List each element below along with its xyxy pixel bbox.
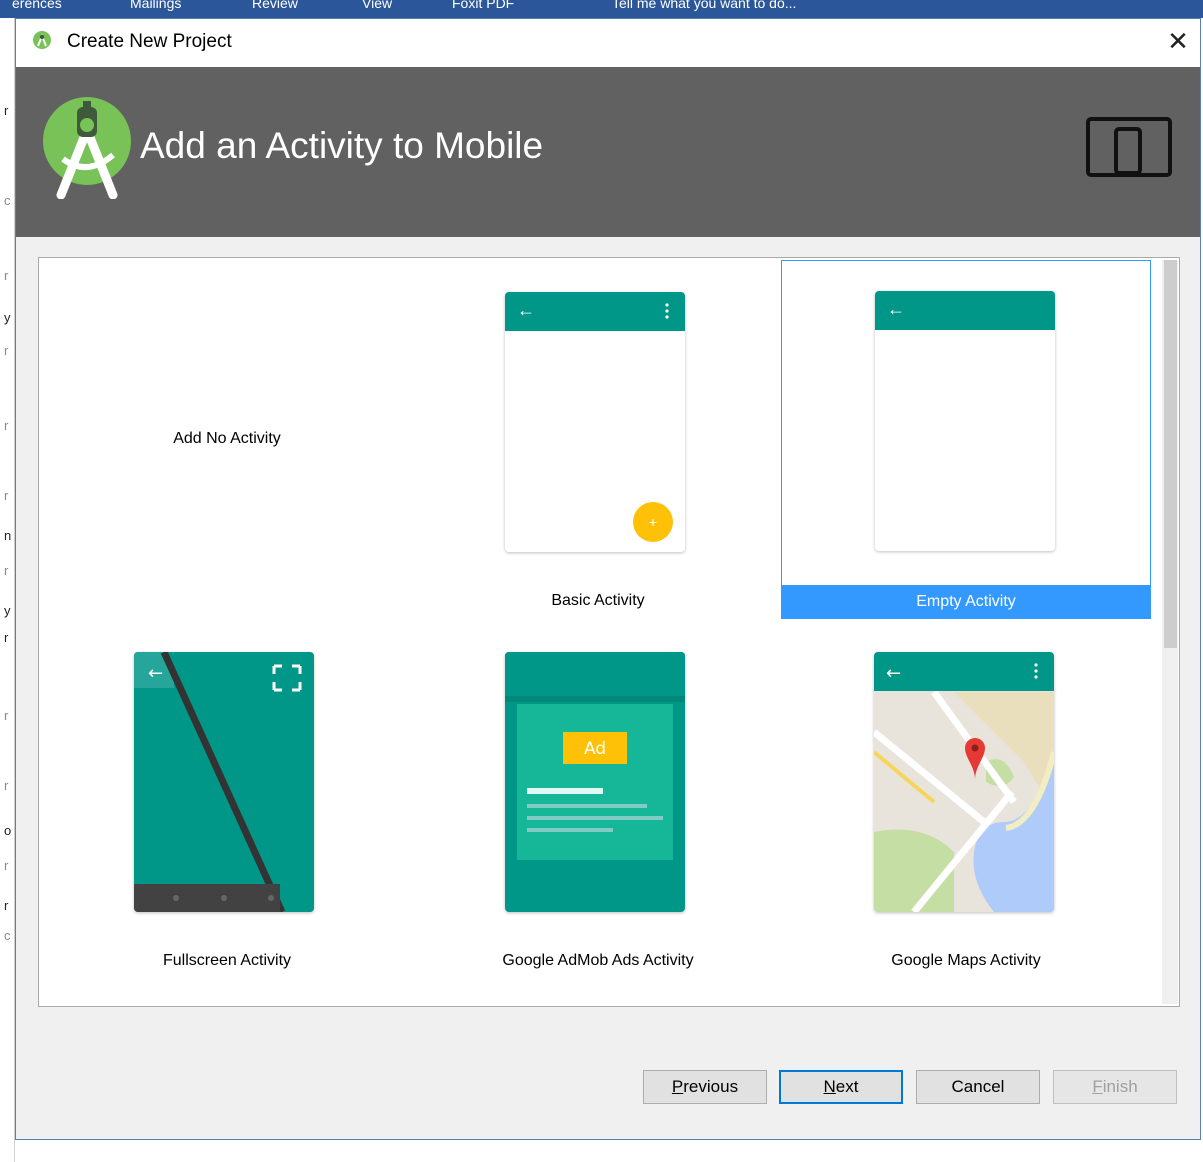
- template-card-maps-activity[interactable]: ← Google Maps Activity: [781, 624, 1151, 986]
- ribbon-item: Review: [252, 0, 298, 11]
- finish-mnemonic: F: [1092, 1077, 1103, 1096]
- doc-text-fragment: r: [4, 708, 9, 723]
- template-card-add-no-activity[interactable]: Add No Activity: [42, 260, 412, 622]
- doc-text-fragment: c: [4, 193, 11, 208]
- doc-text-fragment: o: [4, 823, 12, 838]
- doc-text-fragment: r: [4, 268, 9, 283]
- preview-appbar: ←: [875, 291, 1055, 330]
- next-label: ext: [835, 1077, 859, 1096]
- finish-button[interactable]: Finish: [1053, 1070, 1177, 1104]
- doc-text-fragment: r: [4, 488, 9, 503]
- fab-plus-icon: +: [633, 502, 673, 542]
- template-label: Empty Activity: [782, 585, 1150, 619]
- overflow-menu-icon: [665, 303, 669, 319]
- empty-activity-preview: ←: [875, 291, 1055, 551]
- dialog-banner: Add an Activity to Mobile: [16, 67, 1200, 237]
- basic-activity-preview: ← +: [505, 292, 685, 552]
- next-button[interactable]: Next: [779, 1070, 903, 1104]
- create-project-dialog: Create New Project ✕ Add an Activity to …: [15, 18, 1201, 1140]
- template-label: Basic Activity: [551, 592, 645, 609]
- previous-label: revious: [683, 1077, 739, 1096]
- template-label: Google AdMob Ads Activity: [502, 952, 694, 969]
- android-studio-logo-icon: [43, 97, 131, 199]
- doc-text-fragment: y: [4, 310, 11, 325]
- ribbon-item: Foxit PDF: [452, 0, 515, 11]
- background-document-edge: r c r y r r r n r y r r r o r r c: [0, 18, 15, 1162]
- doc-text-fragment: r: [4, 898, 9, 913]
- doc-text-fragment: r: [4, 858, 9, 873]
- doc-text-fragment: r: [4, 343, 9, 358]
- doc-text-fragment: r: [4, 778, 9, 793]
- admob-activity-preview: Ad: [505, 652, 685, 912]
- gallery-scrollbar[interactable]: [1162, 260, 1178, 1004]
- doc-text-fragment: y: [4, 603, 11, 618]
- ad-badge: Ad: [584, 739, 606, 759]
- next-mnemonic: N: [823, 1077, 836, 1096]
- template-card-empty-activity[interactable]: ← Empty Activity: [781, 260, 1151, 619]
- template-gallery: Add No Activity ← + Basic Activity ← Emp…: [38, 257, 1180, 1007]
- doc-text-fragment: r: [4, 630, 9, 645]
- template-label: Google Maps Activity: [891, 952, 1041, 969]
- template-card-admob-activity[interactable]: Ad Google AdMob Ads Activity: [413, 624, 783, 986]
- maps-activity-preview: ←: [874, 652, 1054, 912]
- dialog-title: Create New Project: [67, 31, 232, 52]
- dialog-titlebar: Create New Project ✕: [16, 19, 1200, 67]
- phone-tablet-icon: [1086, 117, 1172, 177]
- doc-text-fragment: n: [4, 528, 12, 543]
- close-icon: ✕: [1167, 26, 1189, 56]
- template-card-basic-activity[interactable]: ← + Basic Activity: [413, 260, 783, 622]
- svg-text:←: ←: [148, 663, 163, 684]
- banner-title: Add an Activity to Mobile: [140, 125, 544, 166]
- cancel-button[interactable]: Cancel: [916, 1070, 1040, 1104]
- preview-appbar: ←: [505, 292, 685, 331]
- ribbon-item: erences: [12, 0, 62, 11]
- fullscreen-activity-preview: ←: [134, 652, 314, 912]
- finish-label: inish: [1102, 1077, 1138, 1096]
- template-label: Add No Activity: [173, 430, 281, 447]
- doc-text-fragment: c: [4, 928, 11, 943]
- template-card-fullscreen-activity[interactable]: ← Fullscreen Activity: [42, 624, 412, 986]
- cancel-label: Cancel: [951, 1077, 1005, 1096]
- background-ribbon: erences Mailings Review View Foxit PDF T…: [0, 0, 1203, 18]
- doc-text-fragment: r: [4, 418, 9, 433]
- ribbon-item: Mailings: [130, 0, 182, 11]
- scrollbar-thumb[interactable]: [1164, 260, 1177, 648]
- back-arrow-icon: ←: [517, 300, 535, 320]
- doc-text-fragment: r: [4, 563, 9, 578]
- template-label: Fullscreen Activity: [162, 952, 292, 969]
- previous-mnemonic: P: [671, 1077, 684, 1096]
- previous-button[interactable]: Previous: [643, 1070, 767, 1104]
- ribbon-item: View: [362, 0, 393, 11]
- back-arrow-icon: ←: [887, 299, 905, 319]
- doc-text-fragment: r: [4, 103, 9, 118]
- ribbon-item: Tell me what you want to do...: [612, 0, 797, 11]
- close-button[interactable]: ✕: [1160, 23, 1196, 59]
- android-studio-small-icon: [33, 31, 51, 49]
- svg-text:←: ←: [886, 663, 901, 684]
